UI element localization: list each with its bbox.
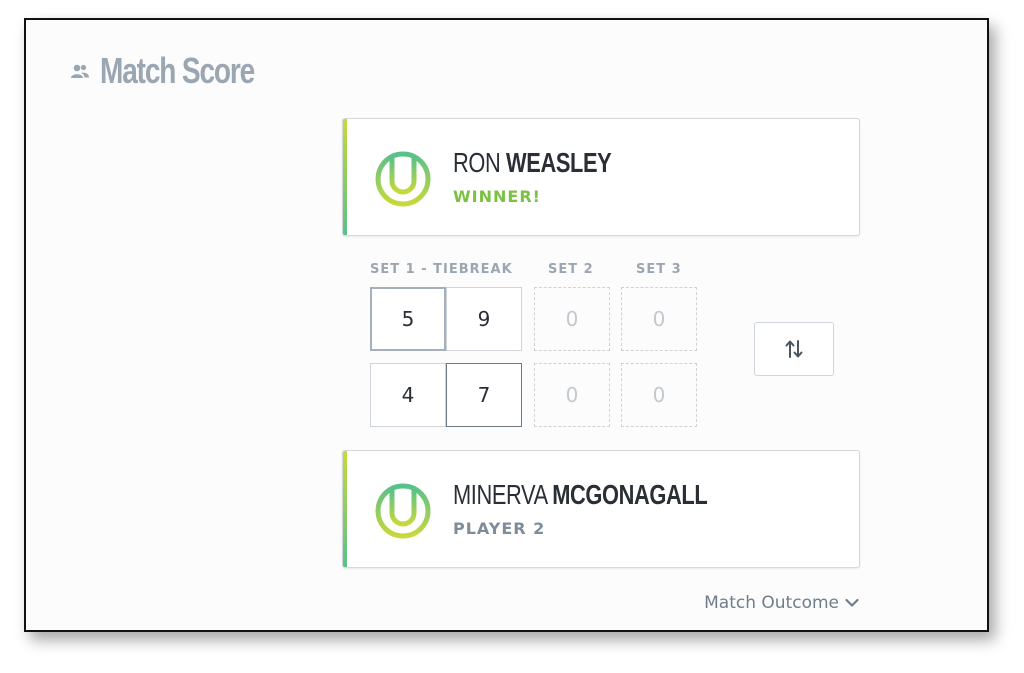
p1-set3-score[interactable]: 0	[621, 287, 697, 351]
player-name: MINERVA MCGONAGALL	[453, 479, 708, 511]
p1-set1-score[interactable]: 5	[370, 287, 446, 351]
match-outcome-label: Match Outcome	[704, 593, 839, 613]
player-last-name: WEASLEY	[506, 147, 612, 178]
p1-set2-score[interactable]: 0	[534, 287, 610, 351]
users-icon	[71, 64, 89, 78]
tennis-ball-icon	[375, 483, 431, 539]
tennis-ball-icon	[375, 151, 431, 207]
card-accent-bar	[343, 451, 347, 567]
card-accent-bar	[343, 119, 347, 235]
player-status: PLAYER 2	[453, 519, 546, 538]
chevron-down-icon	[845, 598, 859, 607]
player-status-winner: WINNER!	[453, 187, 541, 206]
p2-set1-score[interactable]: 4	[370, 363, 446, 427]
p2-tiebreak-score[interactable]: 7	[446, 363, 522, 427]
p2-set2-score[interactable]: 0	[534, 363, 610, 427]
match-score-panel: Match Score RON WEASLEY WINNER! SET 1 - …	[24, 18, 989, 632]
set-label-2: SET 2	[548, 262, 594, 277]
swap-players-button[interactable]	[754, 322, 834, 376]
match-outcome-dropdown[interactable]: Match Outcome	[704, 593, 859, 613]
set-label-1: SET 1 - TIEBREAK	[370, 262, 513, 277]
swap-vertical-icon	[785, 340, 803, 358]
p2-set3-score[interactable]: 0	[621, 363, 697, 427]
player-card-1[interactable]: RON WEASLEY WINNER!	[342, 118, 860, 236]
player-first-name: MINERVA	[453, 479, 547, 510]
page-header: Match Score	[70, 50, 298, 92]
p1-tiebreak-score[interactable]: 9	[446, 287, 522, 351]
player-first-name: RON	[453, 147, 501, 178]
page-title: Match Score	[100, 50, 255, 91]
player-last-name: MCGONAGALL	[552, 479, 708, 510]
set-label-3: SET 3	[636, 262, 682, 277]
player-name: RON WEASLEY	[453, 147, 612, 179]
player-card-2[interactable]: MINERVA MCGONAGALL PLAYER 2	[342, 450, 860, 568]
